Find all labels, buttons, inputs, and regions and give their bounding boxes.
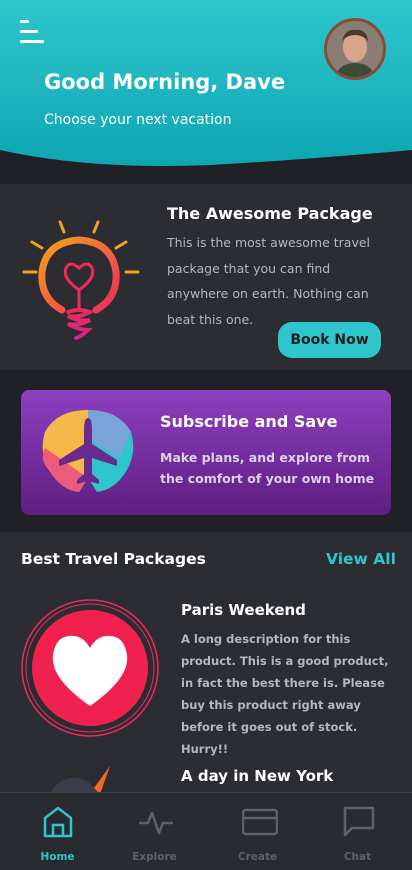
nav-create-label: Create bbox=[237, 851, 278, 863]
featured-description: This is the most awesome travel package … bbox=[167, 235, 371, 327]
greeting-subtitle: Choose your next vacation bbox=[44, 112, 232, 128]
nav-explore[interactable]: Explore bbox=[103, 793, 206, 870]
heart-icon bbox=[21, 599, 159, 737]
best-packages-heading: Best Travel Packages bbox=[21, 550, 206, 568]
nav-chat[interactable]: Chat bbox=[306, 793, 409, 870]
subscribe-title: Subscribe and Save bbox=[160, 412, 338, 431]
book-now-button[interactable]: Book Now bbox=[278, 322, 381, 358]
activity-icon bbox=[139, 811, 173, 835]
avatar[interactable] bbox=[324, 18, 386, 80]
card-icon bbox=[242, 808, 278, 836]
nav-chat-label: Chat bbox=[343, 851, 372, 863]
rocket-icon bbox=[50, 766, 110, 794]
airplane-globe-icon bbox=[42, 410, 134, 492]
chat-icon bbox=[343, 806, 375, 837]
subscribe-card[interactable]: Subscribe and Save Make plans, and explo… bbox=[21, 390, 391, 515]
bottom-nav: Home Explore Create Chat bbox=[0, 792, 412, 870]
package-description-paris: A long description for this product. Thi… bbox=[181, 632, 389, 756]
view-all-link[interactable]: View All bbox=[326, 550, 396, 568]
lightbulb-heart-icon bbox=[22, 220, 140, 340]
nav-home[interactable]: Home bbox=[6, 793, 109, 870]
subscribe-section: Subscribe and Save Make plans, and explo… bbox=[0, 370, 412, 532]
package-title-paris[interactable]: Paris Weekend bbox=[181, 601, 306, 619]
subscribe-description: Make plans, and explore from the comfort… bbox=[160, 450, 375, 486]
menu-icon[interactable] bbox=[20, 20, 46, 44]
greeting-title: Good Morning, Dave bbox=[44, 70, 286, 94]
best-packages-section: Best Travel Packages View All Paris Week… bbox=[0, 532, 412, 794]
featured-title: The Awesome Package bbox=[167, 204, 373, 223]
nav-home-label: Home bbox=[40, 851, 75, 863]
nav-explore-label: Explore bbox=[132, 851, 177, 863]
header: Good Morning, Dave Choose your next vaca… bbox=[0, 0, 412, 172]
nav-create[interactable]: Create bbox=[206, 793, 309, 870]
home-icon bbox=[43, 806, 73, 838]
featured-package-card: The Awesome Package This is the most awe… bbox=[0, 184, 412, 370]
package-title-new-york[interactable]: A day in New York bbox=[181, 767, 333, 785]
